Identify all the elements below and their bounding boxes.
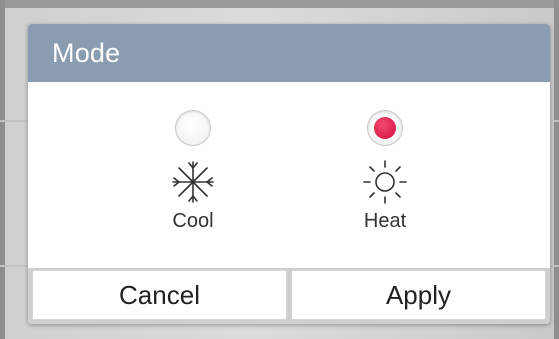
cancel-button[interactable]: Cancel [32,270,287,320]
mode-dialog: Mode Cool Heat Cancel Apply [28,24,550,324]
cool-radio-button[interactable] [175,110,211,146]
background-frame-left [0,0,5,339]
heat-radio-button[interactable] [367,110,403,146]
radio-selected-dot [374,117,396,139]
mode-option-cool[interactable]: Cool [133,110,253,233]
dialog-header: Mode [28,24,550,82]
dialog-button-row: Cancel Apply [28,268,550,324]
mode-options: Cool Heat [28,82,550,268]
snowflake-icon [172,161,214,203]
cool-label: Cool [172,210,214,232]
background-frame-right [554,0,559,339]
background-frame-top [0,0,559,8]
heat-label: Heat [363,210,407,232]
dialog-title: Mode [52,37,121,68]
mode-option-heat[interactable]: Heat [325,110,445,233]
apply-button[interactable]: Apply [291,270,546,320]
sun-icon [363,160,407,204]
